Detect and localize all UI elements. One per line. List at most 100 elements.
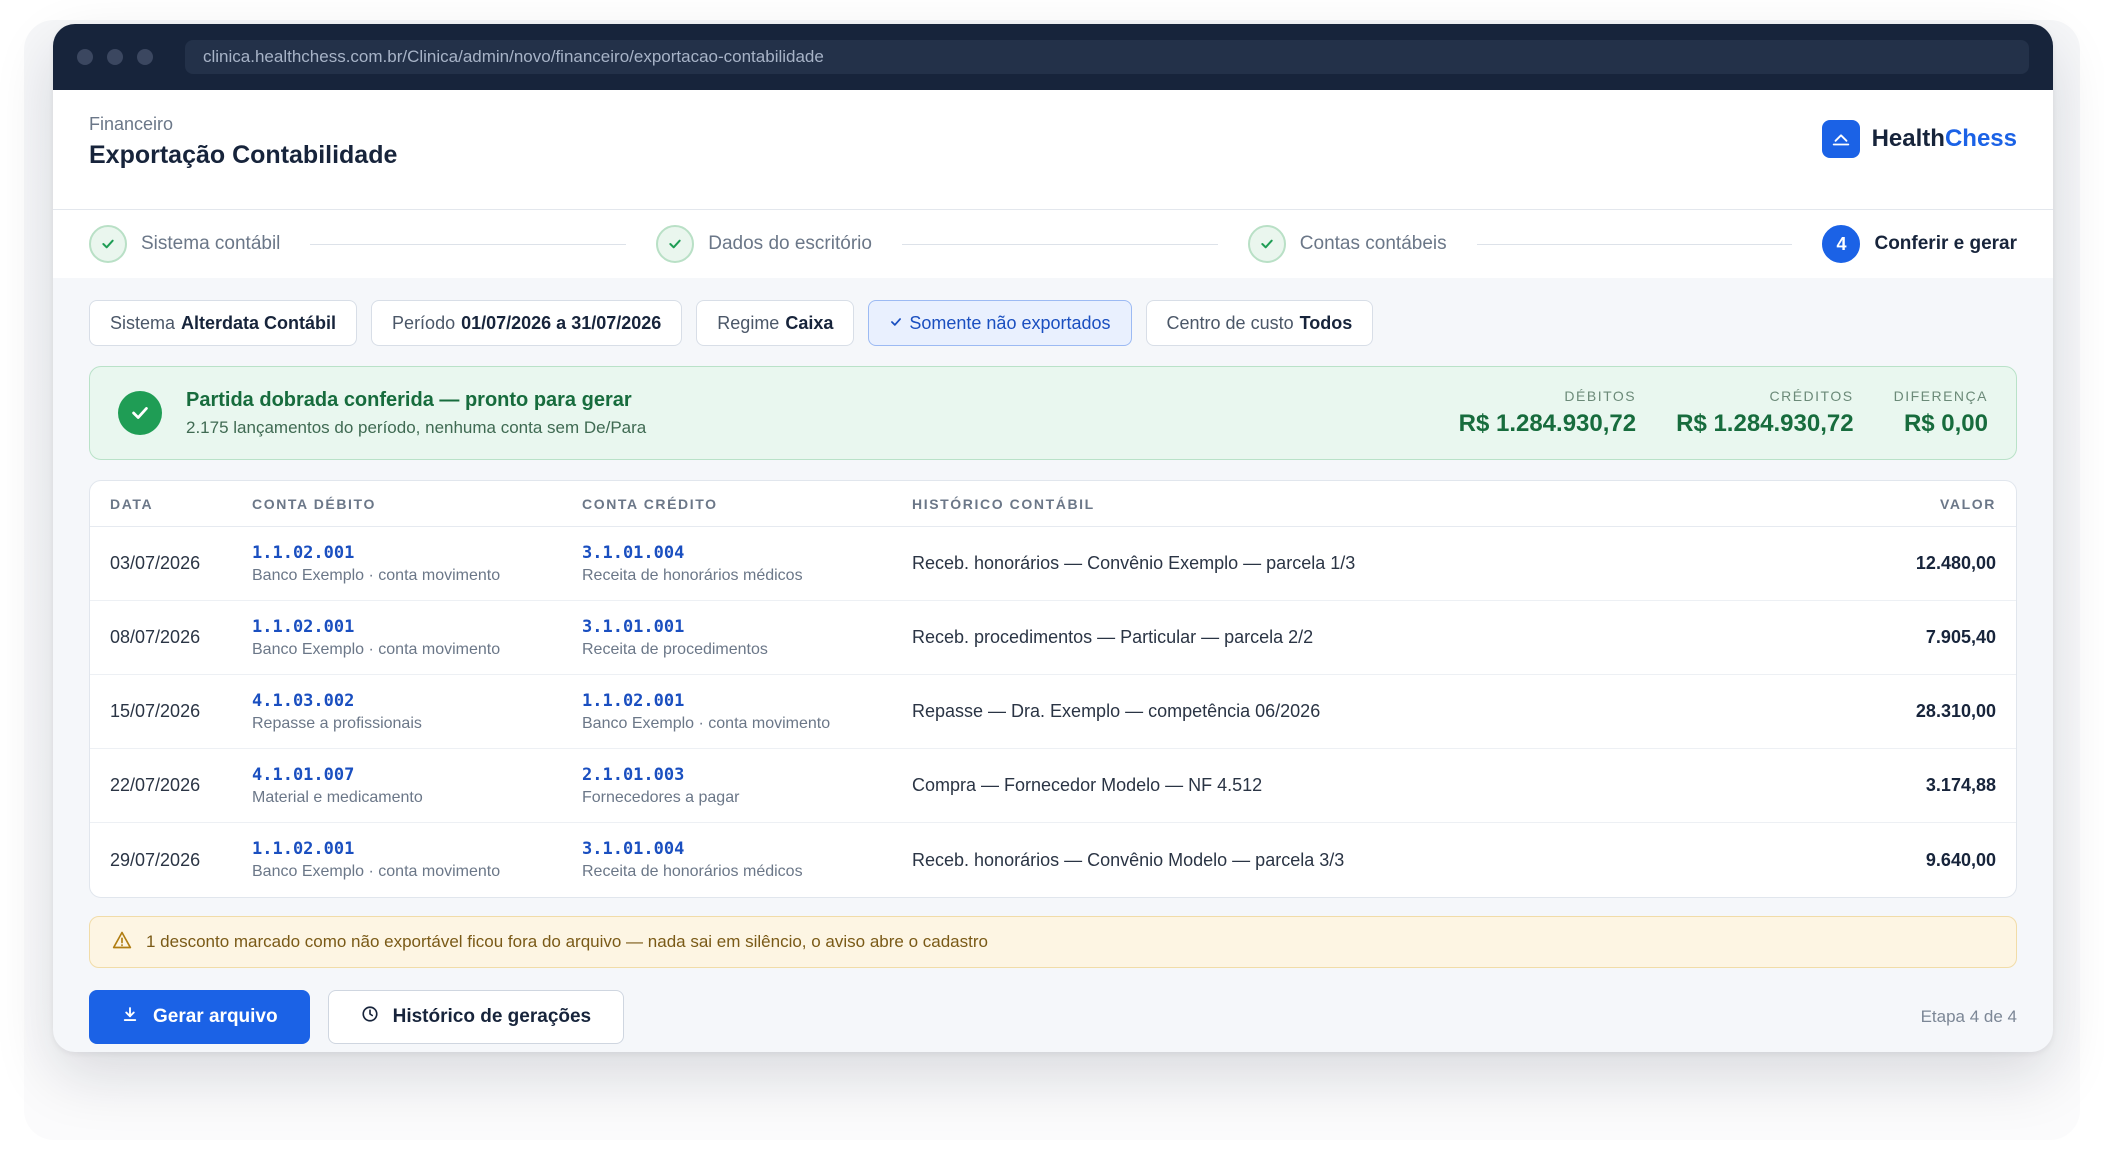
account-name: Banco Exemplo · conta movimento xyxy=(252,640,501,658)
stepper: Sistema contábil Dados do escritório Con… xyxy=(53,210,2053,278)
column-header-credit[interactable]: CONTA CRÉDITO xyxy=(582,496,912,512)
account-name: Fornecedores a pagar xyxy=(582,788,740,806)
filter-centro-custo[interactable]: Centro de custo Todos xyxy=(1145,300,1374,346)
step-label: Contas contábeis xyxy=(1299,233,1447,254)
account-code: 4.1.01.007 xyxy=(252,764,355,785)
warning-text: 1 desconto marcado como não exportável f… xyxy=(146,932,988,951)
filter-chips: Sistema Alterdata Contábil Período 01/07… xyxy=(89,300,2017,346)
row-value: 7.905,40 xyxy=(1925,627,1996,647)
summary-text: Partida dobrada conferida — pronto para … xyxy=(186,389,1459,438)
step-conferir-gerar[interactable]: 4 Conferir e gerar xyxy=(1822,225,2017,263)
generation-history-button[interactable]: Histórico de gerações xyxy=(327,990,625,1044)
row-value: 9.640,00 xyxy=(1925,849,1996,870)
row-debit-account: 1.1.02.001 Banco Exemplo · conta movimen… xyxy=(252,617,582,659)
total-label: DÉBITOS xyxy=(1564,388,1637,404)
row-debit-account: 1.1.02.001 Banco Exemplo · conta movimen… xyxy=(252,839,582,881)
table-row[interactable]: 29/07/2026 1.1.02.001 Banco Exemplo · co… xyxy=(90,823,2016,897)
column-header-history[interactable]: HISTÓRICO CONTÁBIL xyxy=(912,496,1796,512)
account-code: 2.1.01.003 xyxy=(582,764,685,785)
total-value: R$ 1.284.930,72 xyxy=(1458,410,1637,437)
browser-titlebar: clinica.healthchess.com.br/Clinica/admin… xyxy=(53,24,2053,90)
warning-icon xyxy=(112,930,132,955)
account-code: 3.1.01.004 xyxy=(582,839,685,859)
total-creditos: CRÉDITOS R$ 1.284.930,72 xyxy=(1676,388,1853,438)
filter-regime[interactable]: Regime Caixa xyxy=(696,300,855,346)
close-window-dot[interactable] xyxy=(77,49,93,65)
table-row[interactable]: 08/07/2026 1.1.02.001 Banco Exemplo · co… xyxy=(90,601,2016,675)
chip-value: 01/07/2026 a 31/07/2026 xyxy=(461,312,662,333)
check-icon xyxy=(889,313,903,334)
chip-label: Regime xyxy=(717,312,780,333)
account-name: Banco Exemplo · conta movimento xyxy=(252,863,501,880)
step-dados-escritorio[interactable]: Dados do escritório xyxy=(656,225,872,263)
step-sistema-contabil[interactable]: Sistema contábil xyxy=(89,225,280,263)
column-header-date[interactable]: DATA xyxy=(110,496,252,512)
total-diferenca: DIFERENÇA R$ 0,00 xyxy=(1894,388,1988,438)
filter-sistema[interactable]: Sistema Alterdata Contábil xyxy=(89,300,358,346)
total-label: CRÉDITOS xyxy=(1769,388,1854,404)
row-credit-account: 2.1.01.003 Fornecedores a pagar xyxy=(582,765,912,807)
table-header: DATA CONTA DÉBITO CONTA CRÉDITO HISTÓRIC… xyxy=(90,481,2016,527)
account-name: Banco Exemplo · conta movimento xyxy=(252,566,501,584)
step-counter: Etapa 4 de 4 xyxy=(1920,1007,2017,1026)
total-debitos: DÉBITOS R$ 1.284.930,72 xyxy=(1459,388,1636,438)
account-name: Repasse a profissionais xyxy=(252,714,422,732)
table-row[interactable]: 03/07/2026 1.1.02.001 Banco Exemplo · co… xyxy=(90,527,2016,601)
step-label: Conferir e gerar xyxy=(1874,233,2018,254)
action-bar: Gerar arquivo Histórico de gerações Etap… xyxy=(89,990,2017,1044)
row-debit-account: 1.1.02.001 Banco Exemplo · conta movimen… xyxy=(252,543,582,585)
clock-icon xyxy=(361,1005,379,1029)
check-icon xyxy=(1247,225,1286,263)
total-label: DIFERENÇA xyxy=(1893,388,1988,404)
account-code: 1.1.02.001 xyxy=(582,690,685,711)
chip-value: Alterdata Contábil xyxy=(181,312,337,333)
table-row[interactable]: 15/07/2026 4.1.03.002 Repasse a profissi… xyxy=(90,675,2016,749)
filter-somente-nao-exportados[interactable]: Somente não exportados xyxy=(868,300,1132,346)
totals: DÉBITOS R$ 1.284.930,72 CRÉDITOS R$ 1.28… xyxy=(1459,388,1988,438)
account-code: 1.1.02.001 xyxy=(252,542,355,563)
row-debit-account: 4.1.03.002 Repasse a profissionais xyxy=(252,691,582,733)
chip-label: Período xyxy=(392,312,456,333)
account-code: 3.1.01.004 xyxy=(582,542,685,563)
row-date: 08/07/2026 xyxy=(110,627,201,647)
minimize-window-dot[interactable] xyxy=(107,49,123,65)
brand-name-primary: Health xyxy=(1871,125,1945,152)
brand-name: HealthChess xyxy=(1872,125,2017,153)
chip-label: Somente não exportados xyxy=(909,312,1111,333)
row-history: Receb. honorários — Convênio Exemplo — p… xyxy=(912,553,1356,573)
button-label: Gerar arquivo xyxy=(153,1006,278,1027)
chip-value: Todos xyxy=(1299,312,1353,333)
column-header-debit[interactable]: CONTA DÉBITO xyxy=(252,496,582,512)
window-controls xyxy=(77,49,153,65)
row-date: 29/07/2026 xyxy=(110,849,201,870)
maximize-window-dot[interactable] xyxy=(137,49,153,65)
column-header-value[interactable]: VALOR xyxy=(1796,496,1996,512)
step-label: Dados do escritório xyxy=(708,233,872,254)
account-code: 4.1.03.002 xyxy=(252,690,355,711)
row-credit-account: 3.1.01.004 Receita de honorários médicos xyxy=(582,543,912,585)
total-value: R$ 0,00 xyxy=(1903,410,1988,437)
account-code: 1.1.02.001 xyxy=(252,839,355,859)
entries-table: DATA CONTA DÉBITO CONTA CRÉDITO HISTÓRIC… xyxy=(89,480,2017,898)
step-contas-contabeis[interactable]: Contas contábeis xyxy=(1247,225,1447,263)
warning-banner[interactable]: 1 desconto marcado como não exportável f… xyxy=(89,916,2017,968)
download-icon xyxy=(121,1005,139,1029)
account-name: Material e medicamento xyxy=(252,788,423,806)
step-connector xyxy=(901,243,1218,245)
address-bar[interactable]: clinica.healthchess.com.br/Clinica/admin… xyxy=(185,40,2029,74)
page-title: Exportação Contabilidade xyxy=(89,141,398,169)
breadcrumb[interactable]: Financeiro xyxy=(89,114,2017,135)
chip-label: Sistema xyxy=(110,312,176,333)
row-value: 12.480,00 xyxy=(1915,553,1996,573)
step-connector xyxy=(310,243,627,245)
check-icon xyxy=(118,391,162,435)
table-row[interactable]: 22/07/2026 4.1.01.007 Material e medicam… xyxy=(90,749,2016,823)
generate-file-button[interactable]: Gerar arquivo xyxy=(89,990,310,1044)
filter-periodo[interactable]: Período 01/07/2026 a 31/07/2026 xyxy=(371,300,683,346)
row-date: 15/07/2026 xyxy=(110,701,201,721)
step-label: Sistema contábil xyxy=(141,233,281,254)
row-value: 3.174,88 xyxy=(1925,775,1996,795)
account-name: Receita de honorários médicos xyxy=(582,863,803,880)
row-history: Repasse — Dra. Exemplo — competência 06/… xyxy=(912,701,1321,721)
brand-logo[interactable]: HealthChess xyxy=(1821,120,2017,158)
